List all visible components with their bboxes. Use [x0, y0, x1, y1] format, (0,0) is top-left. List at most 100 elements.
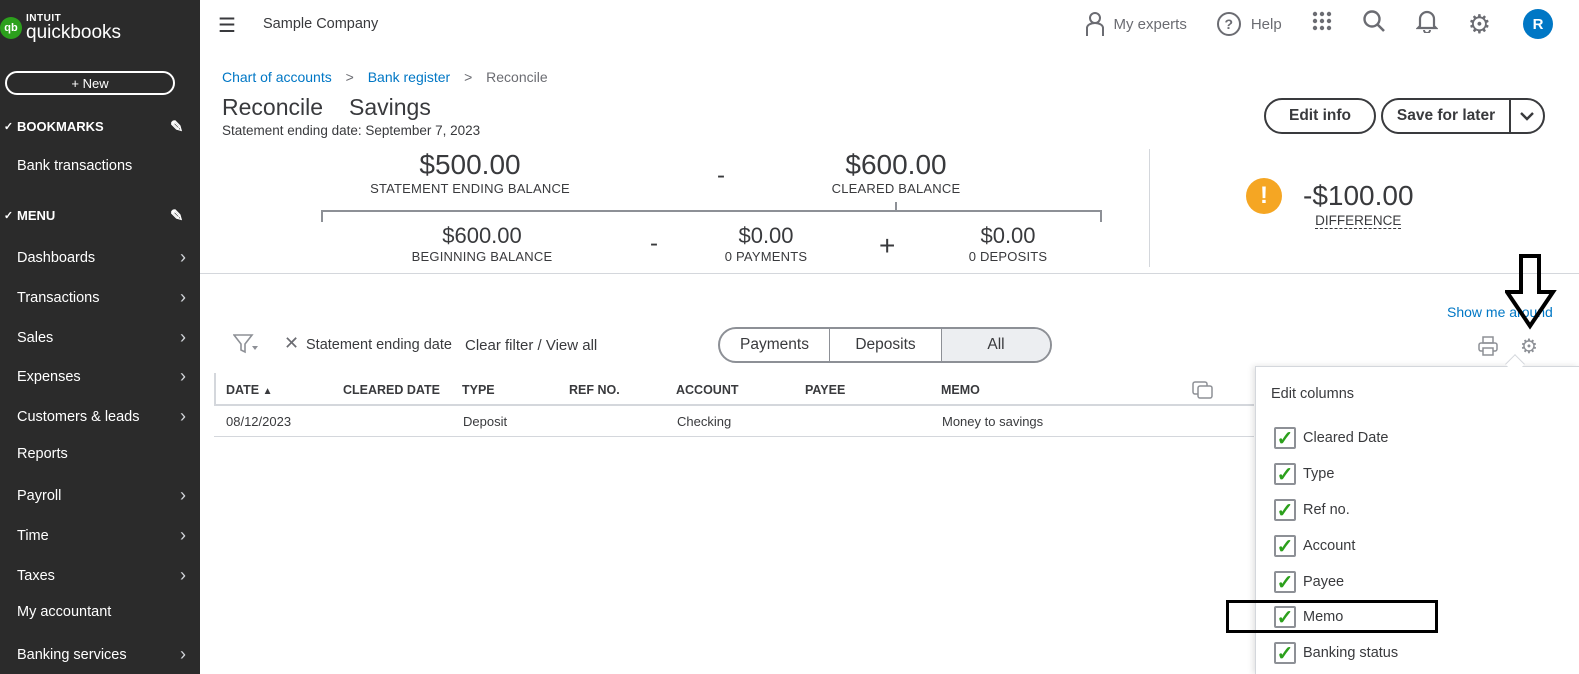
statement-ending-balance-value: $500.00	[419, 149, 521, 180]
printer-icon[interactable]	[1478, 336, 1498, 361]
sidebar-item-dashboards[interactable]: Dashboards ›	[17, 247, 192, 268]
edit-info-button[interactable]: Edit info	[1264, 98, 1376, 134]
edit-columns-title: Edit columns	[1271, 386, 1355, 402]
copy-icon[interactable]	[1192, 381, 1214, 404]
column-header-payee[interactable]: PAYEE	[805, 383, 845, 397]
chevron-right-icon: ›	[180, 247, 186, 267]
save-for-later-group: Save for later	[1381, 98, 1545, 134]
page-title-text: Reconcile	[222, 94, 323, 120]
sidebar-item-banking-services[interactable]: Banking services ›	[17, 644, 192, 665]
search-icon[interactable]	[1362, 9, 1386, 39]
breadcrumb-bank-register[interactable]: Bank register	[368, 69, 450, 85]
sidebar-item-label: Expenses	[17, 368, 81, 385]
column-option-label: Ref no.	[1303, 502, 1350, 518]
sidebar-item-customers-leads[interactable]: Customers & leads ›	[17, 406, 192, 427]
checkbox-checked-icon[interactable]: ✓	[1274, 642, 1296, 665]
settings-gear-icon[interactable]: ⚙	[1468, 9, 1491, 40]
help-question-icon: ?	[1216, 12, 1241, 36]
breadcrumb-chart-of-accounts[interactable]: Chart of accounts	[222, 69, 332, 85]
sidebar-item-payroll[interactable]: Payroll ›	[17, 485, 192, 506]
hamburger-menu-icon[interactable]: ☰	[218, 13, 236, 38]
sidebar-item-transactions[interactable]: Transactions ›	[17, 287, 192, 308]
avatar[interactable]: R	[1523, 9, 1553, 39]
checkbox-checked-icon[interactable]: ✓	[1274, 535, 1296, 558]
statement-ending-date: Statement ending date: September 7, 2023	[222, 123, 481, 138]
sidebar-item-label: Sales	[17, 329, 54, 346]
column-option-ref-no[interactable]: ✓ Ref no.	[1274, 499, 1350, 522]
checkbox-checked-icon[interactable]: ✓	[1274, 463, 1296, 486]
column-option-cleared-date[interactable]: ✓ Cleared Date	[1274, 427, 1389, 450]
cell-memo: Money to savings	[942, 414, 1044, 429]
difference-label: DIFFERENCE	[1315, 213, 1402, 229]
quickbooks-logo[interactable]: qb INTUIT quickbooks	[0, 14, 121, 42]
column-option-payee[interactable]: ✓ Payee	[1274, 571, 1344, 594]
cleared-balance-label: CLEARED BALANCE	[831, 181, 961, 196]
warning-exclamation-icon: !	[1246, 178, 1282, 214]
memo-highlight-box	[1226, 600, 1438, 633]
column-option-label: Cleared Date	[1303, 430, 1389, 446]
table-settings-gear-icon[interactable]: ⚙	[1520, 334, 1538, 359]
cell-account: Checking	[677, 414, 732, 429]
column-header-memo[interactable]: MEMO	[941, 383, 980, 397]
payments-value: $0.00	[738, 223, 794, 248]
sidebar-item-my-accountant[interactable]: My accountant	[17, 604, 192, 620]
beginning-balance-value: $600.00	[442, 223, 522, 248]
sidebar-item-reports[interactable]: Reports	[17, 446, 192, 462]
expert-person-icon	[1086, 12, 1105, 36]
menu-label: MENU	[17, 208, 56, 223]
chevron-right-icon: ›	[180, 327, 186, 347]
checkbox-checked-icon[interactable]: ✓	[1274, 571, 1296, 594]
annotation-down-arrow-icon	[1505, 254, 1557, 330]
bookmarks-header[interactable]: ✓ BOOKMARKS ✎	[0, 117, 200, 137]
chevron-right-icon: ›	[180, 565, 186, 585]
edit-menu-pencil-icon[interactable]: ✎	[170, 206, 183, 226]
chevron-right-icon: ›	[180, 406, 186, 426]
minus-operator: -	[650, 230, 658, 257]
edit-bookmarks-pencil-icon[interactable]: ✎	[170, 117, 183, 137]
tab-payments[interactable]: Payments	[720, 329, 830, 361]
sidebar-item-expenses[interactable]: Expenses ›	[17, 366, 192, 387]
checkbox-checked-icon[interactable]: ✓	[1274, 499, 1296, 522]
tab-deposits[interactable]: Deposits	[830, 329, 942, 361]
sidebar-item-time[interactable]: Time ›	[17, 525, 192, 546]
help-label: Help	[1250, 15, 1282, 33]
column-header-date[interactable]: DATE ▲	[226, 383, 273, 397]
sidebar-item-label: Time	[17, 527, 49, 544]
qb-logo-icon: qb	[0, 17, 22, 39]
tab-all[interactable]: All	[942, 329, 1050, 361]
column-header-cleared-date[interactable]: CLEARED DATE	[343, 383, 440, 397]
notifications-bell-icon[interactable]	[1415, 9, 1439, 39]
sidebar-item-bank-transactions[interactable]: Bank transactions	[17, 158, 192, 174]
sidebar-item-label: Taxes	[17, 567, 55, 584]
column-header-ref-no[interactable]: REF NO.	[569, 383, 620, 397]
new-button[interactable]: + New	[5, 71, 175, 95]
page-title: Reconcile Savings	[222, 94, 431, 121]
column-option-type[interactable]: ✓ Type	[1274, 463, 1335, 486]
apps-grid-icon[interactable]	[1312, 11, 1332, 37]
column-option-banking-status[interactable]: ✓ Banking status	[1274, 642, 1398, 665]
save-options-chevron-down-icon[interactable]	[1511, 100, 1543, 132]
column-header-type[interactable]: TYPE	[462, 383, 495, 397]
account-name: Savings	[349, 94, 431, 120]
transaction-type-toggle: Payments Deposits All	[718, 327, 1052, 363]
difference: -$100.00 DIFFERENCE	[1303, 180, 1414, 230]
balance-bracket	[321, 210, 1102, 222]
sidebar-item-taxes[interactable]: Taxes ›	[17, 565, 192, 586]
my-experts-button[interactable]: My experts	[1085, 11, 1187, 37]
sidebar-item-label: My accountant	[17, 604, 112, 620]
clear-filter-link[interactable]: Clear filter / View all	[465, 337, 597, 354]
help-button[interactable]: ? Help	[1216, 12, 1282, 36]
difference-value: -$100.00	[1303, 180, 1414, 211]
sidebar-item-sales[interactable]: Sales ›	[17, 327, 192, 348]
filter-funnel-icon[interactable]	[232, 333, 259, 361]
column-option-account[interactable]: ✓ Account	[1274, 535, 1355, 558]
checkbox-checked-icon[interactable]: ✓	[1274, 427, 1296, 450]
section-divider	[200, 273, 1579, 274]
menu-header[interactable]: ✓ MENU ✎	[0, 206, 200, 226]
row-divider	[214, 436, 1254, 437]
column-option-label: Type	[1303, 466, 1335, 482]
column-header-account[interactable]: ACCOUNT	[676, 383, 739, 397]
clear-filter-x-icon[interactable]: ✕	[284, 333, 299, 354]
save-for-later-button[interactable]: Save for later	[1383, 100, 1511, 132]
deposits-total: $0.00 0 DEPOSITS	[948, 223, 1068, 264]
